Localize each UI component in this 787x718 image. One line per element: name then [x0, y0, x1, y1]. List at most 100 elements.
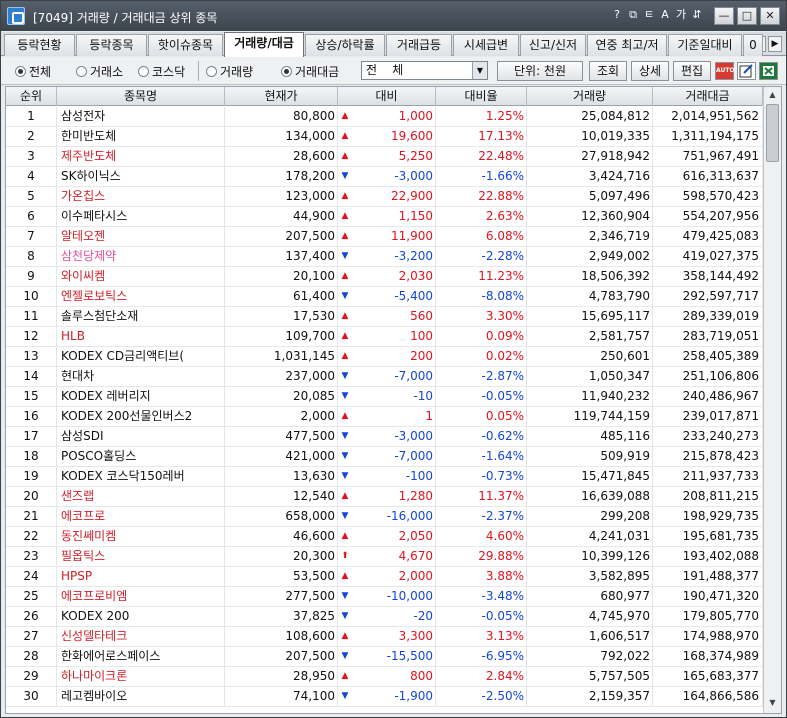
scroll-thumb[interactable]	[766, 104, 779, 162]
query-button[interactable]: 조회	[589, 61, 627, 81]
stock-name-cell: 샌즈랩	[57, 487, 225, 507]
column-header-change[interactable]: 대비	[338, 87, 436, 106]
table-row[interactable]: 10 엔젤로보틱스 61,400 ▼ -5,400 -8.08% 4,783,790 292,…	[6, 287, 763, 307]
memo-icon[interactable]	[737, 62, 756, 80]
chart-icon[interactable]: ㅌ	[642, 7, 656, 23]
table-row[interactable]: 29 하나마이크론 28,950 ▲ 800 2.84% 5,757,505 165,683,…	[6, 667, 763, 687]
rank-cell: 21	[6, 507, 57, 527]
table-row[interactable]: 15 KODEX 레버리지 20,085 ▼ -10 -0.05% 11,940,232 24…	[6, 387, 763, 407]
table-row[interactable]: 16 KODEX 200선물인버스2 2,000 ▲ 1 0.05% 119,744,159…	[6, 407, 763, 427]
radio-dot[interactable]	[138, 66, 149, 77]
change-rate-cell: 22.88%	[436, 187, 527, 207]
sort-radio-amount[interactable]: 거래대금	[281, 63, 339, 80]
table-row[interactable]: 5 가온칩스 123,000 ▲ 22,900 22.88% 5,097,496 598,57…	[6, 187, 763, 207]
sort-radio-volume[interactable]: 거래량	[206, 63, 253, 80]
column-header-name[interactable]: 종목명	[57, 87, 225, 106]
tab-7[interactable]: 신고/신저	[520, 34, 586, 56]
font-size-icon[interactable]: 가	[674, 7, 688, 23]
tab-9[interactable]: 기준일대비	[668, 34, 742, 56]
scroll-up-button[interactable]: ▲	[765, 88, 780, 102]
app-icon[interactable]	[7, 7, 25, 25]
table-row[interactable]: 20 샌즈랩 12,540 ▲ 1,280 11.37% 16,639,088 208,811…	[6, 487, 763, 507]
link-icon[interactable]: ⧉	[626, 7, 640, 23]
auto-refresh-icon[interactable]: AUTO	[715, 62, 735, 80]
change-rate-cell: -1.66%	[436, 167, 527, 187]
radio-dot[interactable]	[281, 66, 292, 77]
price-cell: 137,400	[225, 247, 338, 267]
unit-button[interactable]: 단위: 천원	[497, 61, 583, 81]
pin-icon[interactable]: ⇵	[690, 7, 704, 23]
tab-3[interactable]: 거래량/대금	[224, 32, 304, 57]
price-cell: 28,950	[225, 667, 338, 687]
filter-bar: 전체 거래소 코스닥 거래량 거래대금 전 체 ▼ 단위: 천원 조회 상세 편…	[1, 57, 786, 85]
maximize-button[interactable]: □	[737, 7, 757, 25]
tab-1[interactable]: 등락종목	[76, 34, 147, 56]
table-row[interactable]: 13 KODEX CD금리액티브(1,031,145 ▲ 200 0.02% 250,60…	[6, 347, 763, 367]
column-header-rank[interactable]: 순위	[6, 87, 57, 106]
table-row[interactable]: 19 KODEX 코스닥150레버 13,630 ▼ -100 -0.73% 15,471,…	[6, 467, 763, 487]
column-header-change-rate[interactable]: 대비율	[436, 87, 527, 106]
change-rate-cell: 22.48%	[436, 147, 527, 167]
radio-dot[interactable]	[76, 66, 87, 77]
table-row[interactable]: 2 한미반도체 134,000 ▲ 19,600 17.13% 10,019,335 1,31…	[6, 127, 763, 147]
edit-button[interactable]: 편집	[673, 61, 711, 81]
rank-cell: 7	[6, 227, 57, 247]
change-rate-cell: 11.37%	[436, 487, 527, 507]
stock-name-cell: KODEX 200	[57, 607, 225, 627]
minimize-button[interactable]: —	[714, 7, 734, 25]
help-icon[interactable]: ?	[610, 7, 624, 23]
tab-2[interactable]: 핫이슈종목	[148, 34, 223, 56]
table-row[interactable]: 3 제주반도체 28,600 ▲ 5,250 22.48% 27,918,942 751,96…	[6, 147, 763, 167]
scroll-down-button[interactable]: ▼	[765, 696, 780, 710]
table-row[interactable]: 7 알테오젠 207,500 ▲ 11,900 6.08% 2,346,719 479,425…	[6, 227, 763, 247]
market-radio-kosdaq[interactable]: 코스닥	[138, 63, 185, 80]
tab-0[interactable]: 등락현황	[4, 34, 75, 56]
table-row[interactable]: 11 솔루스첨단소재 17,530 ▲ 560 3.30% 15,695,117 289,33…	[6, 307, 763, 327]
radio-dot[interactable]	[206, 66, 217, 77]
table-row[interactable]: 24 HPSP 53,500 ▲ 2,000 3.88% 3,582,895 191,488,…	[6, 567, 763, 587]
volume-cell: 10,019,335	[527, 127, 653, 147]
tab-next-button[interactable]: ▶	[768, 36, 782, 52]
detail-button[interactable]: 상세	[631, 61, 669, 81]
radio-dot[interactable]	[15, 66, 26, 77]
table-row[interactable]: 21 에코프로 658,000 ▼ -16,000 -2.37% 299,208 198,92…	[6, 507, 763, 527]
table-row[interactable]: 18 POSCO홀딩스 421,000 ▼ -7,000 -1.64% 509,919 215…	[6, 447, 763, 467]
table-row[interactable]: 26 KODEX 200 37,825 ▼ -20 -0.05% 4,745,970 179,…	[6, 607, 763, 627]
down-arrow-icon: ▼	[341, 511, 349, 521]
tab-5[interactable]: 거래급등	[386, 34, 452, 56]
table-row[interactable]: 8 삼천당제약 137,400 ▼ -3,200 -2.28% 2,949,002 419,0…	[6, 247, 763, 267]
market-radio-all[interactable]: 전체	[15, 63, 51, 80]
price-cell: 109,700	[225, 327, 338, 347]
close-button[interactable]: ✕	[760, 7, 780, 25]
vertical-scrollbar[interactable]: ▲ ▼	[763, 87, 781, 713]
stock-name-cell: 삼천당제약	[57, 247, 225, 267]
table-row[interactable]: 9 와이씨켐 20,100 ▲ 2,030 11.23% 18,506,392 358,144…	[6, 267, 763, 287]
category-select[interactable]: 전 체 ▼	[361, 61, 488, 80]
column-header-price[interactable]: 현재가	[225, 87, 338, 106]
excel-icon[interactable]	[759, 62, 778, 80]
tab-10[interactable]: 0	[743, 34, 763, 56]
table-row[interactable]: 30 레고켐바이오 74,100 ▼ -1,900 -2.50% 2,159,357 164,…	[6, 687, 763, 707]
tab-8[interactable]: 연중 최고/저	[587, 34, 667, 56]
table-row[interactable]: 27 신성델타테크 108,600 ▲ 3,300 3.13% 1,606,517 174,9…	[6, 627, 763, 647]
table-row[interactable]: 4 SK하이닉스 178,200 ▼ -3,000 -1.66% 3,424,716 616,…	[6, 167, 763, 187]
table-row[interactable]: 1 삼성전자 80,800 ▲ 1,000 1.25% 25,084,812 2,014,95…	[6, 107, 763, 127]
column-header-volume[interactable]: 거래량	[527, 87, 653, 106]
font-icon[interactable]: A	[658, 7, 672, 23]
table-row[interactable]: 25 에코프로비엠 277,500 ▼ -10,000 -3.48% 680,977 190,…	[6, 587, 763, 607]
tab-4[interactable]: 상승/하락률	[305, 34, 385, 56]
table-row[interactable]: 23 필옵틱스 20,300 ⬆ 4,670 29.88% 10,399,126 193,40…	[6, 547, 763, 567]
table-row[interactable]: 6 이수페타시스 44,900 ▲ 1,150 2.63% 12,360,904 554,20…	[6, 207, 763, 227]
table-row[interactable]: 12 HLB 109,700 ▲ 100 0.09% 2,581,757 283,719,05…	[6, 327, 763, 347]
table-row[interactable]: 22 동진쎄미켐 46,600 ▲ 2,050 4.60% 4,241,031 195,681…	[6, 527, 763, 547]
market-radio-kospi[interactable]: 거래소	[76, 63, 123, 80]
stock-name-cell: 에코프로비엠	[57, 587, 225, 607]
tab-6[interactable]: 시세급변	[453, 34, 519, 56]
amount-cell: 251,106,806	[653, 367, 763, 387]
table-row[interactable]: 28 한화에어로스페이스 207,500 ▼ -15,500 -6.95% 792,022 1…	[6, 647, 763, 667]
table-row[interactable]: 17 삼성SDI 477,500 ▼ -3,000 -0.62% 485,116 233,24…	[6, 427, 763, 447]
table-row[interactable]: 14 현대차 237,000 ▼ -7,000 -2.87% 1,050,347 251,10…	[6, 367, 763, 387]
chevron-down-icon[interactable]: ▼	[472, 62, 487, 79]
column-header-amount[interactable]: 거래대금	[653, 87, 763, 106]
change-cell: -7,000	[352, 447, 436, 467]
